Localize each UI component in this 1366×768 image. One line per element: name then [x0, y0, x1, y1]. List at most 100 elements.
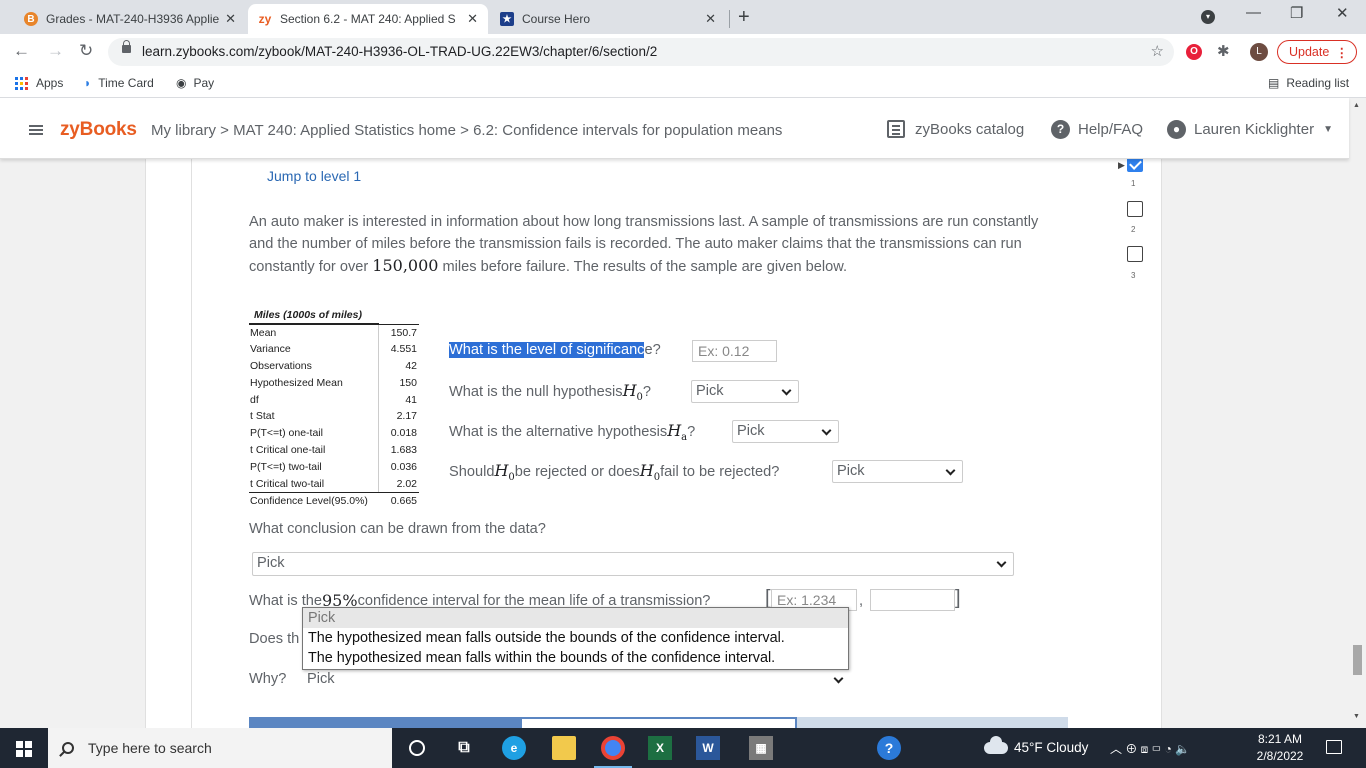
- excel-icon[interactable]: X: [648, 736, 672, 760]
- dropdown-option[interactable]: The hypothesized mean falls outside the …: [303, 628, 848, 648]
- question-text: be rejected or does: [514, 464, 640, 481]
- new-tab-button[interactable]: +: [738, 6, 750, 29]
- bookmark-apps[interactable]: Apps: [15, 76, 63, 90]
- select-value: Pick: [837, 463, 865, 479]
- bookmark-label: Apps: [36, 76, 64, 90]
- math-var: H0: [494, 461, 514, 483]
- page-scrollbar[interactable]: ▲ ▼: [1349, 98, 1366, 728]
- extensions-puzzle-icon[interactable]: ✱: [1217, 42, 1230, 60]
- tab-title: Course Hero: [522, 12, 591, 26]
- apps-grid-icon: [15, 76, 28, 90]
- check-button[interactable]: [249, 717, 520, 728]
- bookmarks-bar: Apps ◗ Time Card ◉ Pay ▤ Reading list: [0, 70, 1366, 98]
- interval-upper-input[interactable]: [870, 589, 955, 611]
- reject-select[interactable]: Pick: [832, 460, 963, 483]
- interval-bracket: ]: [955, 587, 961, 609]
- chevron-down-icon: [945, 465, 956, 476]
- level-3-checkbox[interactable]: [1127, 246, 1143, 262]
- back-icon[interactable]: ←: [13, 41, 30, 61]
- scroll-down-icon[interactable]: ▼: [1353, 713, 1360, 720]
- conclusion-select[interactable]: Pick: [252, 552, 1014, 576]
- system-tray-icons[interactable]: ︿ ⊕ ⧈ ▭ ◔ 🔈: [1110, 740, 1190, 757]
- question-hypothesized-mean: Does th: [249, 631, 300, 647]
- tab-strip: B Grades - MAT-240-H3936 Applie ✕ zy Sec…: [0, 0, 1366, 34]
- feedback-button[interactable]: [797, 717, 1068, 728]
- forward-icon[interactable]: →: [47, 41, 64, 61]
- row-label: Variance: [249, 340, 379, 358]
- scroll-up-icon[interactable]: ▲: [1353, 102, 1360, 109]
- search-icon: [62, 742, 74, 754]
- math-var: H0: [640, 461, 660, 483]
- next-level-button[interactable]: [520, 717, 797, 728]
- update-label: Update: [1289, 45, 1330, 59]
- minimize-icon[interactable]: —: [1246, 4, 1261, 21]
- word-icon[interactable]: W: [696, 736, 720, 760]
- taskbar-search-box[interactable]: Type here to search: [48, 728, 392, 768]
- address-bar[interactable]: learn.zybooks.com/zybook/MAT-240-H3936-O…: [108, 38, 1174, 66]
- tab-title: Section 6.2 - MAT 240: Applied S: [280, 12, 456, 26]
- catalog-label: zyBooks catalog: [915, 120, 1025, 138]
- table-row: df 41: [249, 391, 419, 408]
- task-view-icon[interactable]: ⧉: [452, 736, 476, 760]
- zybooks-catalog-link[interactable]: zyBooks catalog: [887, 120, 1024, 138]
- null-hypothesis-select[interactable]: Pick: [691, 380, 799, 403]
- reading-list-button[interactable]: ▤ Reading list: [1268, 76, 1349, 90]
- close-window-icon[interactable]: ✕: [1336, 4, 1349, 22]
- dropdown-option[interactable]: The hypothesized mean falls within the b…: [303, 648, 848, 668]
- url-text[interactable]: learn.zybooks.com/zybook/MAT-240-H3936-O…: [142, 44, 657, 59]
- level-2-checkbox[interactable]: [1127, 201, 1143, 217]
- help-faq-link[interactable]: ? Help/FAQ: [1051, 120, 1143, 139]
- user-account-icon: ●: [1167, 120, 1186, 139]
- zybooks-logo[interactable]: zyBooks: [60, 119, 137, 141]
- alternative-hypothesis-select[interactable]: Pick: [732, 420, 839, 443]
- chrome-icon[interactable]: [601, 736, 625, 760]
- bookmark-time-card[interactable]: ◗ Time Card: [84, 76, 154, 90]
- restore-icon[interactable]: ❐: [1290, 4, 1303, 22]
- clock-time: 8:21 AM: [1257, 732, 1303, 746]
- notifications-icon[interactable]: [1326, 740, 1342, 754]
- dropdown-option[interactable]: Pick: [303, 608, 848, 628]
- browser-tab-coursehero[interactable]: ★ Course Hero ✕: [490, 4, 726, 34]
- file-explorer-icon[interactable]: [552, 736, 576, 760]
- weather-text[interactable]: 45°F Cloudy: [1014, 740, 1088, 755]
- breadcrumb[interactable]: My library > MAT 240: Applied Statistics…: [151, 122, 782, 139]
- taskbar-clock[interactable]: 8:21 AM 2/8/2022: [1252, 731, 1308, 765]
- close-tab-icon[interactable]: ✕: [705, 11, 716, 27]
- chevron-down-icon: [833, 673, 844, 684]
- significance-input[interactable]: Ex: 0.12: [692, 340, 777, 362]
- level-number: 2: [1131, 225, 1136, 234]
- row-value: 4.551: [390, 343, 417, 356]
- lock-icon: [122, 40, 131, 53]
- update-button[interactable]: Update ⋮: [1277, 40, 1357, 64]
- browser-tab-zybooks[interactable]: zy Section 6.2 - MAT 240: Applied S ✕: [248, 4, 488, 34]
- reload-icon[interactable]: ↻: [79, 41, 93, 61]
- calculator-icon[interactable]: ▦: [749, 736, 773, 760]
- help-app-icon[interactable]: ?: [877, 736, 901, 760]
- row-label: t Critical two-tail: [249, 475, 379, 492]
- bookmark-pay[interactable]: ◉ Pay: [176, 76, 214, 90]
- profile-avatar[interactable]: L: [1250, 43, 1268, 61]
- edge-icon[interactable]: e: [502, 736, 526, 760]
- table-row: Variance 4.551: [249, 340, 419, 358]
- row-label: Confidence Level(95.0%): [250, 494, 368, 507]
- jump-to-level-link[interactable]: Jump to level 1: [267, 168, 361, 184]
- problem-statement: An auto maker is interested in informati…: [249, 211, 1059, 278]
- row-label: t Stat: [249, 407, 379, 425]
- bookmark-star-icon[interactable]: ☆: [1151, 42, 1164, 60]
- cortana-icon[interactable]: [405, 736, 429, 760]
- hamburger-menu-icon[interactable]: [29, 125, 43, 135]
- select-value: Pick: [307, 671, 335, 687]
- user-menu[interactable]: ● Lauren Kicklighter ▼: [1167, 120, 1333, 139]
- tab-search-icon[interactable]: ▾: [1201, 10, 1215, 24]
- scrollbar-thumb[interactable]: [1353, 645, 1362, 675]
- divider: [191, 159, 192, 728]
- level-number: 3: [1131, 271, 1136, 280]
- browser-tab-grades[interactable]: B Grades - MAT-240-H3936 Applie ✕: [14, 4, 246, 34]
- close-tab-icon[interactable]: ✕: [467, 11, 478, 27]
- why-select[interactable]: Pick: [303, 669, 850, 692]
- opera-extension-icon[interactable]: O: [1186, 44, 1202, 60]
- select-value: Pick: [257, 555, 285, 571]
- windows-start-icon[interactable]: [16, 741, 32, 757]
- close-tab-icon[interactable]: ✕: [225, 11, 236, 27]
- question-text: fail to be rejected?: [660, 464, 780, 481]
